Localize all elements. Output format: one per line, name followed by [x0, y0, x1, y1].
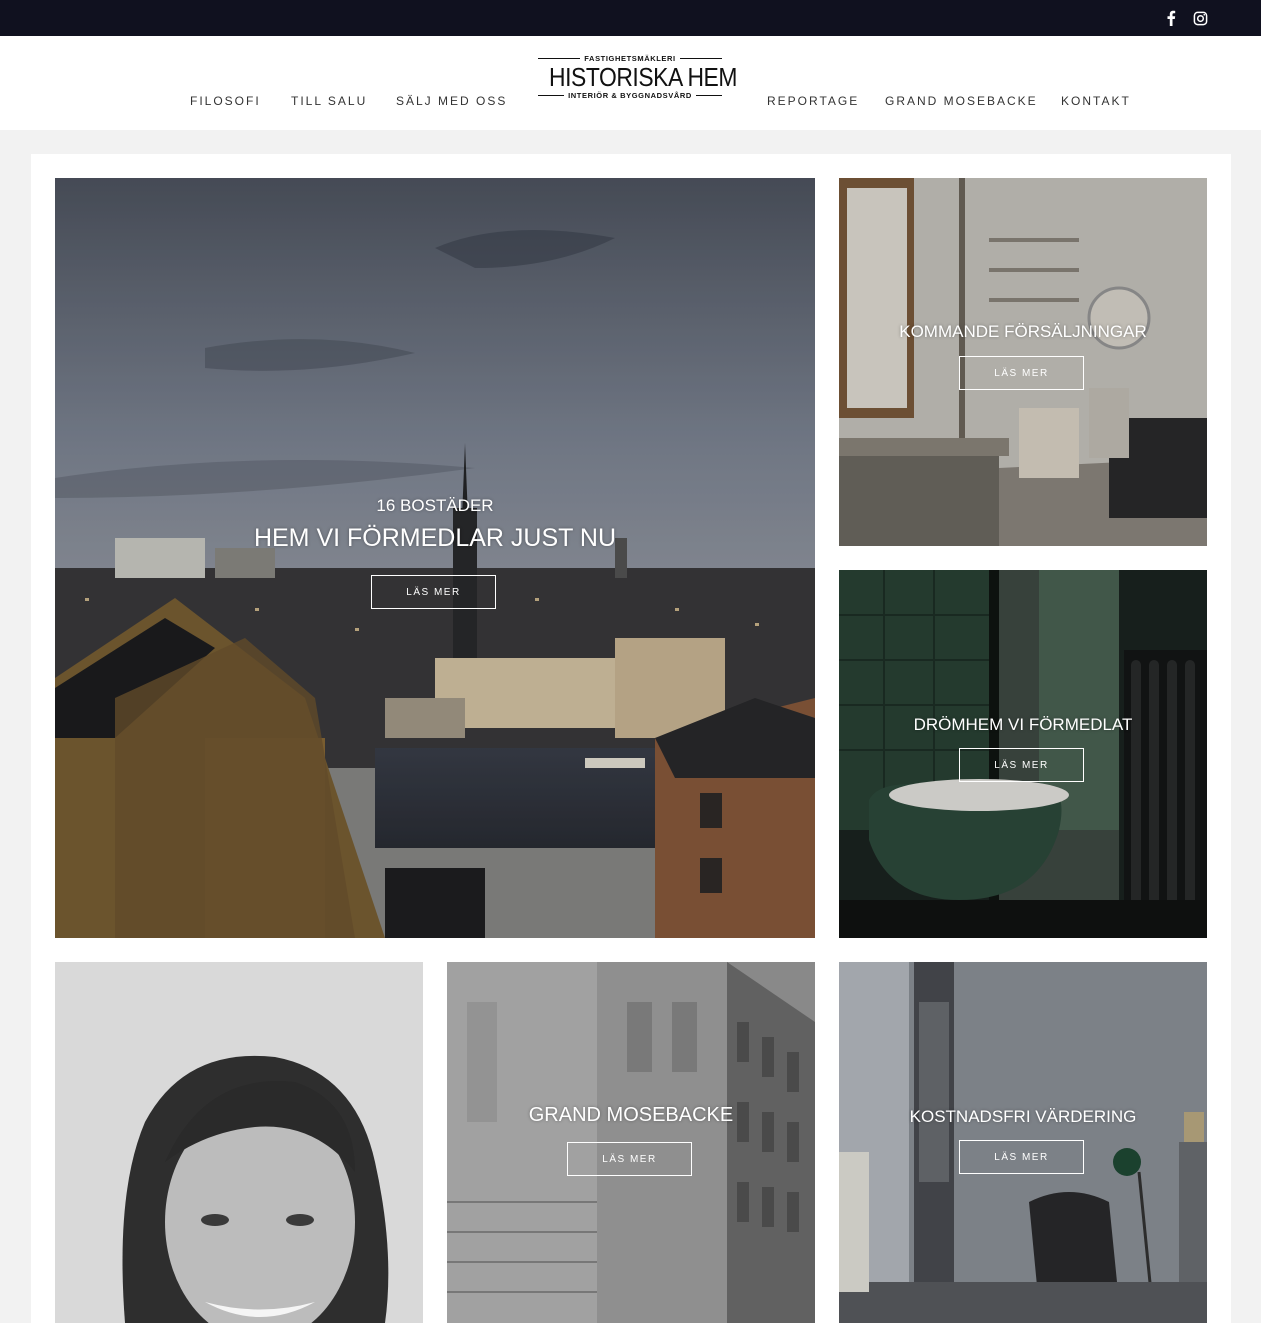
nav-item-filosofi[interactable]: FILOSOFI: [190, 94, 261, 108]
instagram-icon-svg: [1193, 11, 1207, 25]
tile-hero-listings[interactable]: 16 BOSTÄDER HEM VI FÖRMEDLAR JUST NU LÄS…: [55, 178, 815, 938]
hero-read-more-button[interactable]: LÄS MER: [371, 575, 496, 609]
tile-free-valuation[interactable]: KOSTNADSFRI VÄRDERING LÄS MER: [839, 962, 1207, 1323]
portrait-photo: [55, 962, 423, 1323]
dream-title: DRÖMHEM VI FÖRMEDLAT: [913, 715, 1133, 734]
tile-overlay: [55, 178, 815, 938]
mosebacke-title: GRAND MOSEBACKE: [528, 1104, 734, 1126]
site-header: FILOSOFI TILL SALU SÄLJ MED OSS FASTIGHE…: [0, 36, 1261, 130]
hero-subtitle: 16 BOSTÄDER: [376, 496, 494, 515]
tile-upcoming-sales[interactable]: KOMMANDE FÖRSÄLJNINGAR LÄS MER: [839, 178, 1207, 546]
instagram-icon[interactable]: [1191, 9, 1209, 27]
hero-title: HEM VI FÖRMEDLAR JUST NU: [253, 524, 617, 552]
nav-item-grand-mosebacke[interactable]: GRAND MOSEBACKE: [885, 94, 1038, 108]
tile-grand-mosebacke[interactable]: GRAND MOSEBACKE LÄS MER: [447, 962, 815, 1323]
facebook-icon-svg: [1167, 10, 1176, 26]
upcoming-read-more-button[interactable]: LÄS MER: [959, 356, 1084, 390]
site-logo[interactable]: FASTIGHETSMÄKLERI HISTORISKA HEM INTERIÖ…: [538, 54, 737, 108]
nav-item-salj-med-oss[interactable]: SÄLJ MED OSS: [396, 94, 507, 108]
nav-item-kontakt[interactable]: KONTAKT: [1061, 94, 1131, 108]
tile-dream-homes[interactable]: DRÖMHEM VI FÖRMEDLAT LÄS MER: [839, 570, 1207, 938]
tile-portrait[interactable]: [55, 962, 423, 1323]
dream-read-more-button[interactable]: LÄS MER: [959, 748, 1084, 782]
logo-main-text: HISTORISKA HEM: [549, 62, 737, 92]
valuation-read-more-button[interactable]: LÄS MER: [959, 1140, 1084, 1174]
valuation-title: KOSTNADSFRI VÄRDERING: [909, 1107, 1137, 1126]
facebook-icon[interactable]: [1162, 9, 1180, 27]
logo-bottom-text: INTERIÖR & BYGGNADSVÅRD: [538, 91, 722, 100]
nav-item-reportage[interactable]: REPORTAGE: [767, 94, 859, 108]
upcoming-title: KOMMANDE FÖRSÄLJNINGAR: [899, 322, 1147, 341]
nav-item-till-salu[interactable]: TILL SALU: [291, 94, 367, 108]
top-bar: [0, 0, 1261, 36]
mosebacke-read-more-button[interactable]: LÄS MER: [567, 1142, 692, 1176]
